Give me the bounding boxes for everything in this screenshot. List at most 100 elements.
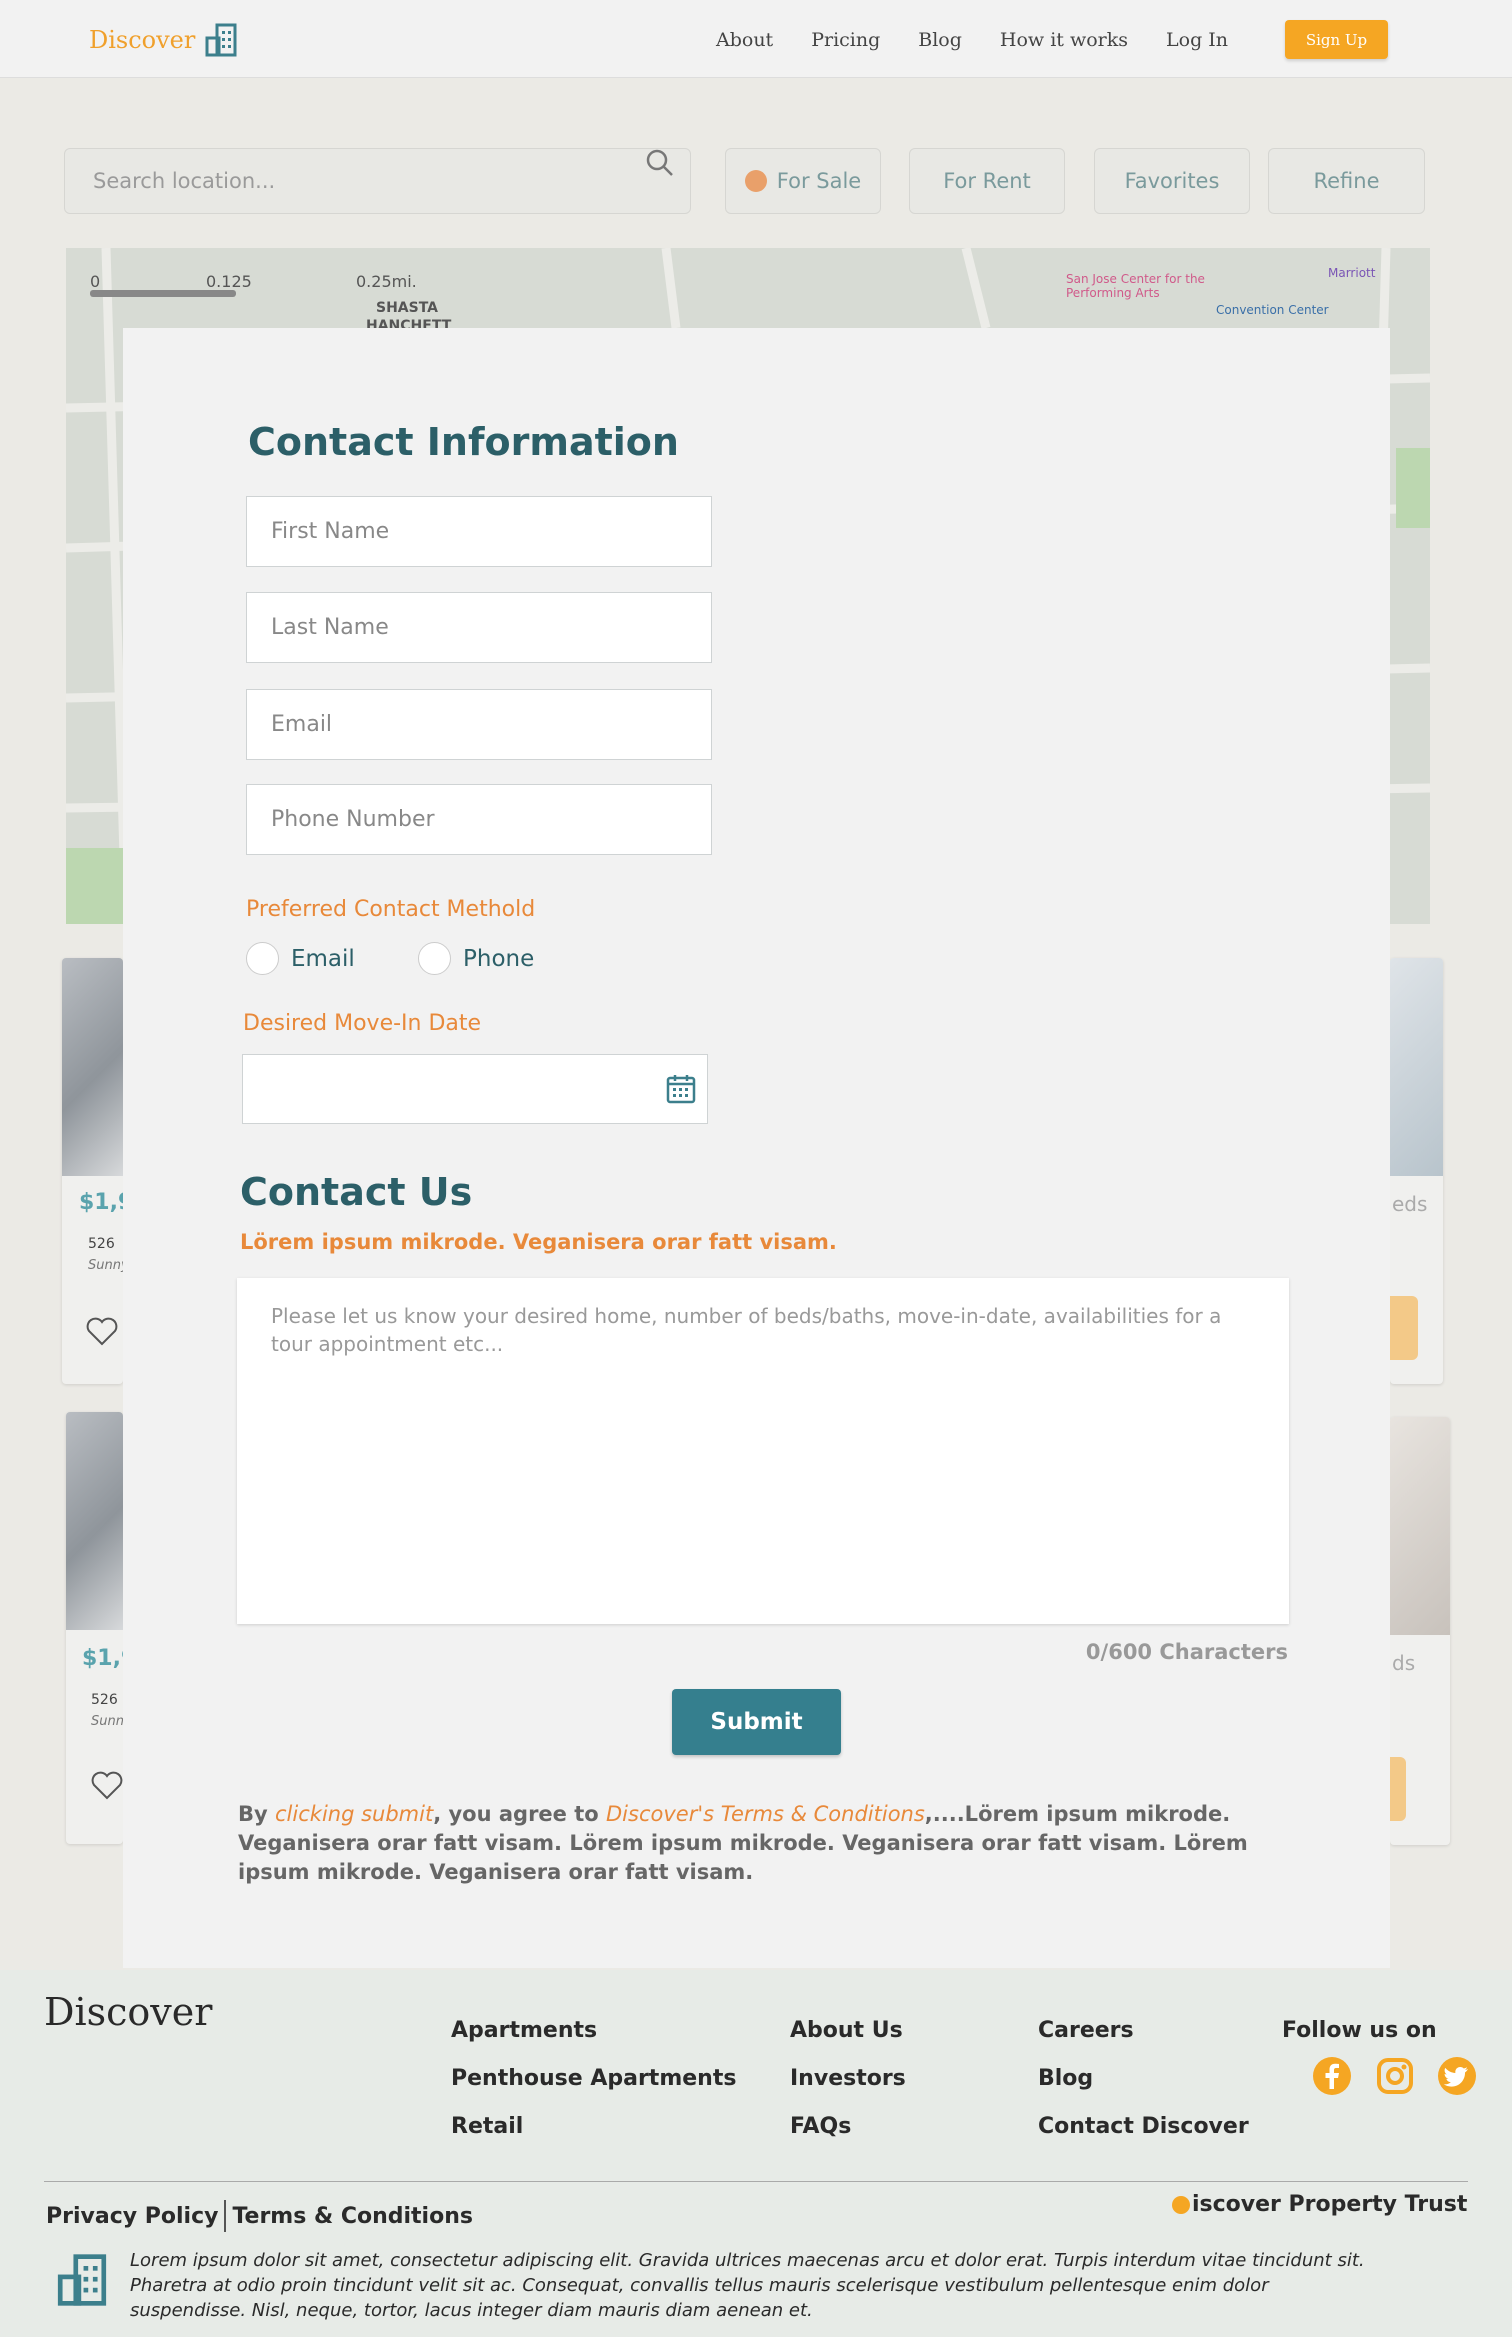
- move-in-label: Desired Move-In Date: [243, 1011, 482, 1036]
- for-sale-indicator: [744, 170, 767, 192]
- map-scale-2: 0.25mi.: [356, 272, 417, 291]
- nav-login[interactable]: Log In: [1166, 29, 1228, 51]
- legal-separator: [224, 2200, 227, 2232]
- terms-mid: , you agree to: [433, 1802, 607, 1826]
- nav-links: About Pricing Blog How it works Log In: [716, 29, 1228, 51]
- listing-action-button[interactable]: [1390, 1296, 1418, 1360]
- calendar-icon[interactable]: [665, 1073, 697, 1105]
- message-box: [237, 1278, 1289, 1624]
- terms-text: By clicking submit, you agree to Discove…: [238, 1800, 1298, 1887]
- contact-us-subtitle: Lörem ipsum mikrode. Veganisera orar fat…: [240, 1230, 837, 1254]
- footer-link-penthouse[interactable]: Penthouse Apartments: [451, 2066, 736, 2092]
- nav-how-it-works[interactable]: How it works: [1000, 29, 1128, 51]
- search-input[interactable]: [65, 149, 625, 213]
- listing-image: [1390, 958, 1443, 1176]
- clicking-submit-link[interactable]: clicking submit: [275, 1802, 433, 1826]
- preferred-contact-label: Preferred Contact Methold: [246, 897, 536, 922]
- facebook-icon[interactable]: [1312, 2056, 1352, 2096]
- footer-link-retail[interactable]: Retail: [451, 2114, 736, 2140]
- footer-brand[interactable]: Discover: [44, 1990, 212, 2034]
- trust-label: iscover Property Trust: [1192, 2192, 1468, 2217]
- listing-price: $1,9: [82, 1646, 123, 1671]
- radio-phone[interactable]: [418, 942, 451, 975]
- footer-link-investors[interactable]: Investors: [790, 2066, 906, 2092]
- for-sale-button[interactable]: For Sale: [725, 148, 881, 214]
- contact-info-title: Contact Information: [248, 420, 679, 464]
- listing-beds: ds: [1392, 1651, 1416, 1675]
- contact-us-title: Contact Us: [240, 1170, 473, 1214]
- search-icon[interactable]: [643, 146, 677, 180]
- map-label-marriott: Marriott: [1328, 266, 1376, 280]
- favorites-button[interactable]: Favorites: [1094, 148, 1250, 214]
- heart-icon[interactable]: [85, 1316, 119, 1346]
- search-box: [64, 148, 691, 214]
- twitter-icon[interactable]: [1437, 2056, 1477, 2096]
- footer-link-faqs[interactable]: FAQs: [790, 2114, 906, 2140]
- listing-card[interactable]: $1,9 526 Sunny: [66, 1412, 123, 1844]
- listing-address: 526: [88, 1236, 115, 1252]
- listing-city: Sunny: [88, 1258, 123, 1273]
- phone-field: [246, 784, 712, 855]
- listing-image: [1390, 1417, 1450, 1635]
- listing-card[interactable]: eds: [1390, 958, 1443, 1384]
- top-nav: Discover About Pricing Blog How it works…: [0, 0, 1512, 78]
- nav-about[interactable]: About: [716, 29, 773, 51]
- radio-email-label: Email: [291, 945, 355, 972]
- radio-phone-option[interactable]: Phone: [418, 942, 534, 975]
- follow-us-label: Follow us on: [1282, 2018, 1437, 2043]
- last-name-input[interactable]: [247, 593, 711, 662]
- message-textarea[interactable]: [237, 1278, 1289, 1624]
- listing-city: Sunny: [91, 1714, 123, 1729]
- footer-link-careers[interactable]: Careers: [1038, 2018, 1249, 2044]
- privacy-policy-link[interactable]: Privacy Policy: [46, 2204, 218, 2229]
- property-trust[interactable]: iscover Property Trust: [1172, 2192, 1467, 2217]
- terms-conditions-footer-link[interactable]: Terms & Conditions: [232, 2204, 473, 2229]
- map-label-center: San Jose Center for the Performing Arts: [1066, 272, 1205, 300]
- footer-link-contact[interactable]: Contact Discover: [1038, 2114, 1249, 2140]
- move-in-date-input[interactable]: [242, 1054, 708, 1124]
- listing-image: [66, 1412, 123, 1630]
- signup-button[interactable]: Sign Up: [1285, 20, 1388, 59]
- heart-icon[interactable]: [90, 1770, 123, 1800]
- first-name-input[interactable]: [247, 497, 711, 566]
- first-name-field: [246, 496, 712, 567]
- nav-blog[interactable]: Blog: [918, 29, 962, 51]
- terms-conditions-link[interactable]: Discover's Terms & Conditions: [606, 1802, 925, 1826]
- radio-email[interactable]: [246, 942, 279, 975]
- phone-input[interactable]: [247, 785, 711, 854]
- for-rent-button[interactable]: For Rent: [909, 148, 1065, 214]
- footer-building-icon: [57, 2254, 107, 2306]
- email-input[interactable]: [247, 690, 711, 759]
- map-label-shasta: SHASTA: [376, 300, 439, 316]
- trust-logo-icon: [1172, 2195, 1190, 2214]
- map-scale-bar: [90, 290, 236, 297]
- footer-link-apartments[interactable]: Apartments: [451, 2018, 736, 2044]
- map-scale-1: 0.125: [206, 272, 252, 291]
- nav-pricing[interactable]: Pricing: [811, 29, 880, 51]
- brand-name: Discover: [89, 26, 196, 54]
- building-icon: [205, 23, 237, 57]
- character-counter: 0/600 Characters: [1085, 1640, 1288, 1664]
- terms-prefix: By: [238, 1802, 276, 1826]
- legal-links: Privacy Policy Terms & Conditions: [46, 2200, 473, 2232]
- brand-logo[interactable]: Discover: [89, 22, 239, 58]
- footer-link-blog[interactable]: Blog: [1038, 2066, 1249, 2092]
- footer-link-about-us[interactable]: About Us: [790, 2018, 906, 2044]
- footer-col-properties: Apartments Penthouse Apartments Retail: [451, 2018, 736, 2140]
- footer-col-more: Careers Blog Contact Discover: [1038, 2018, 1249, 2140]
- listing-card[interactable]: $1,9 526 Sunny: [62, 958, 123, 1384]
- instagram-icon[interactable]: [1375, 2056, 1415, 2096]
- footer-col-company: About Us Investors FAQs: [790, 2018, 906, 2140]
- refine-button[interactable]: Refine: [1268, 148, 1425, 214]
- map-label-convention: Convention Center: [1216, 303, 1329, 317]
- submit-button[interactable]: Submit: [672, 1689, 841, 1755]
- listing-price: $1,9: [79, 1190, 123, 1215]
- listing-card[interactable]: ds: [1390, 1417, 1450, 1845]
- email-field: [246, 689, 712, 760]
- radio-email-option[interactable]: Email: [246, 942, 355, 975]
- radio-phone-label: Phone: [463, 945, 535, 972]
- last-name-field: [246, 592, 712, 663]
- for-sale-label: For Sale: [776, 169, 862, 193]
- listing-action-button[interactable]: [1390, 1757, 1406, 1821]
- footer-divider: [44, 2181, 1468, 2182]
